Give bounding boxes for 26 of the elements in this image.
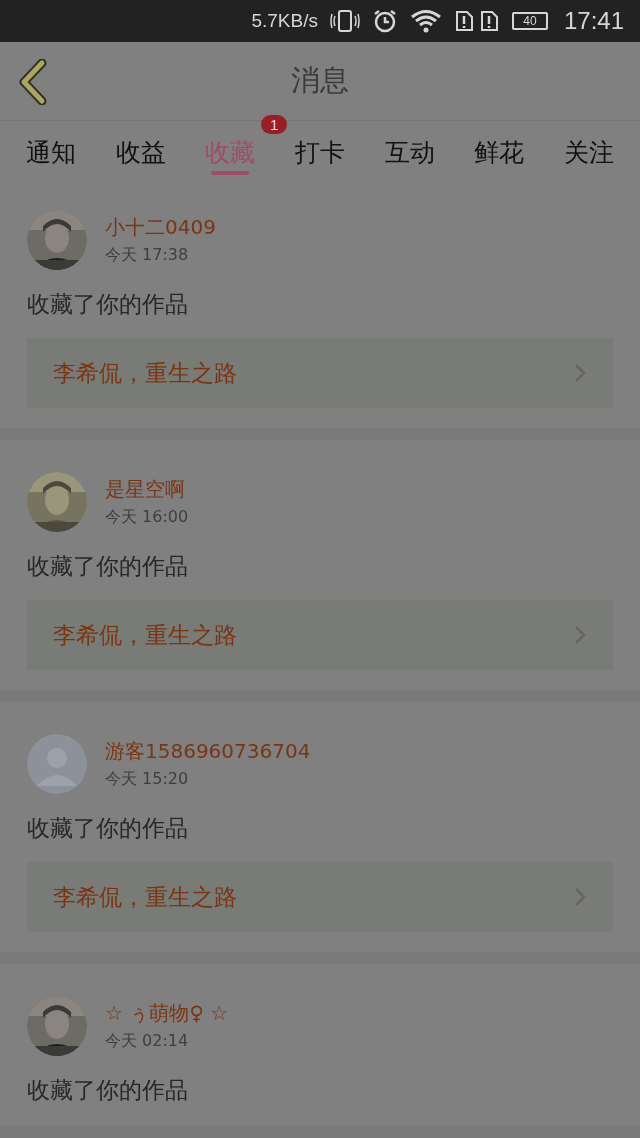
- work-title: 李希侃，重生之路: [53, 620, 237, 650]
- work-title: 李希侃，重生之路: [53, 882, 237, 912]
- page-title: 消息: [291, 62, 349, 99]
- tab[interactable]: 鲜花: [472, 121, 527, 178]
- timestamp: 今天 02:14: [105, 1031, 190, 1052]
- clock: 17:41: [563, 7, 624, 35]
- message-text: 收藏了你的作品: [27, 1076, 189, 1105]
- timestamp: 今天 16:00: [105, 507, 189, 528]
- battery-level: 40: [511, 12, 548, 30]
- sim-icon: [453, 9, 500, 33]
- tab[interactable]: 打卡: [292, 121, 347, 178]
- wifi-icon: [409, 9, 442, 33]
- tab[interactable]: 收益: [113, 121, 168, 178]
- tab[interactable]: 关注: [561, 121, 616, 178]
- message-text: 收藏了你的作品: [27, 814, 189, 843]
- message-text: 收藏了你的作品: [27, 552, 189, 581]
- work-title: 李希侃，重生之路: [53, 358, 237, 388]
- timestamp: 今天 15:20: [105, 769, 190, 790]
- message-text: 收藏了你的作品: [27, 290, 189, 319]
- avatar-icon: [27, 734, 87, 794]
- network-speed: 5.7KB/s: [251, 10, 318, 32]
- tab[interactable]: 通知: [24, 121, 78, 178]
- tab[interactable]: 互动: [382, 121, 437, 178]
- timestamp: 今天 17:38: [105, 245, 190, 266]
- count-badge: 1: [260, 115, 288, 134]
- vibrate-icon: [329, 9, 360, 33]
